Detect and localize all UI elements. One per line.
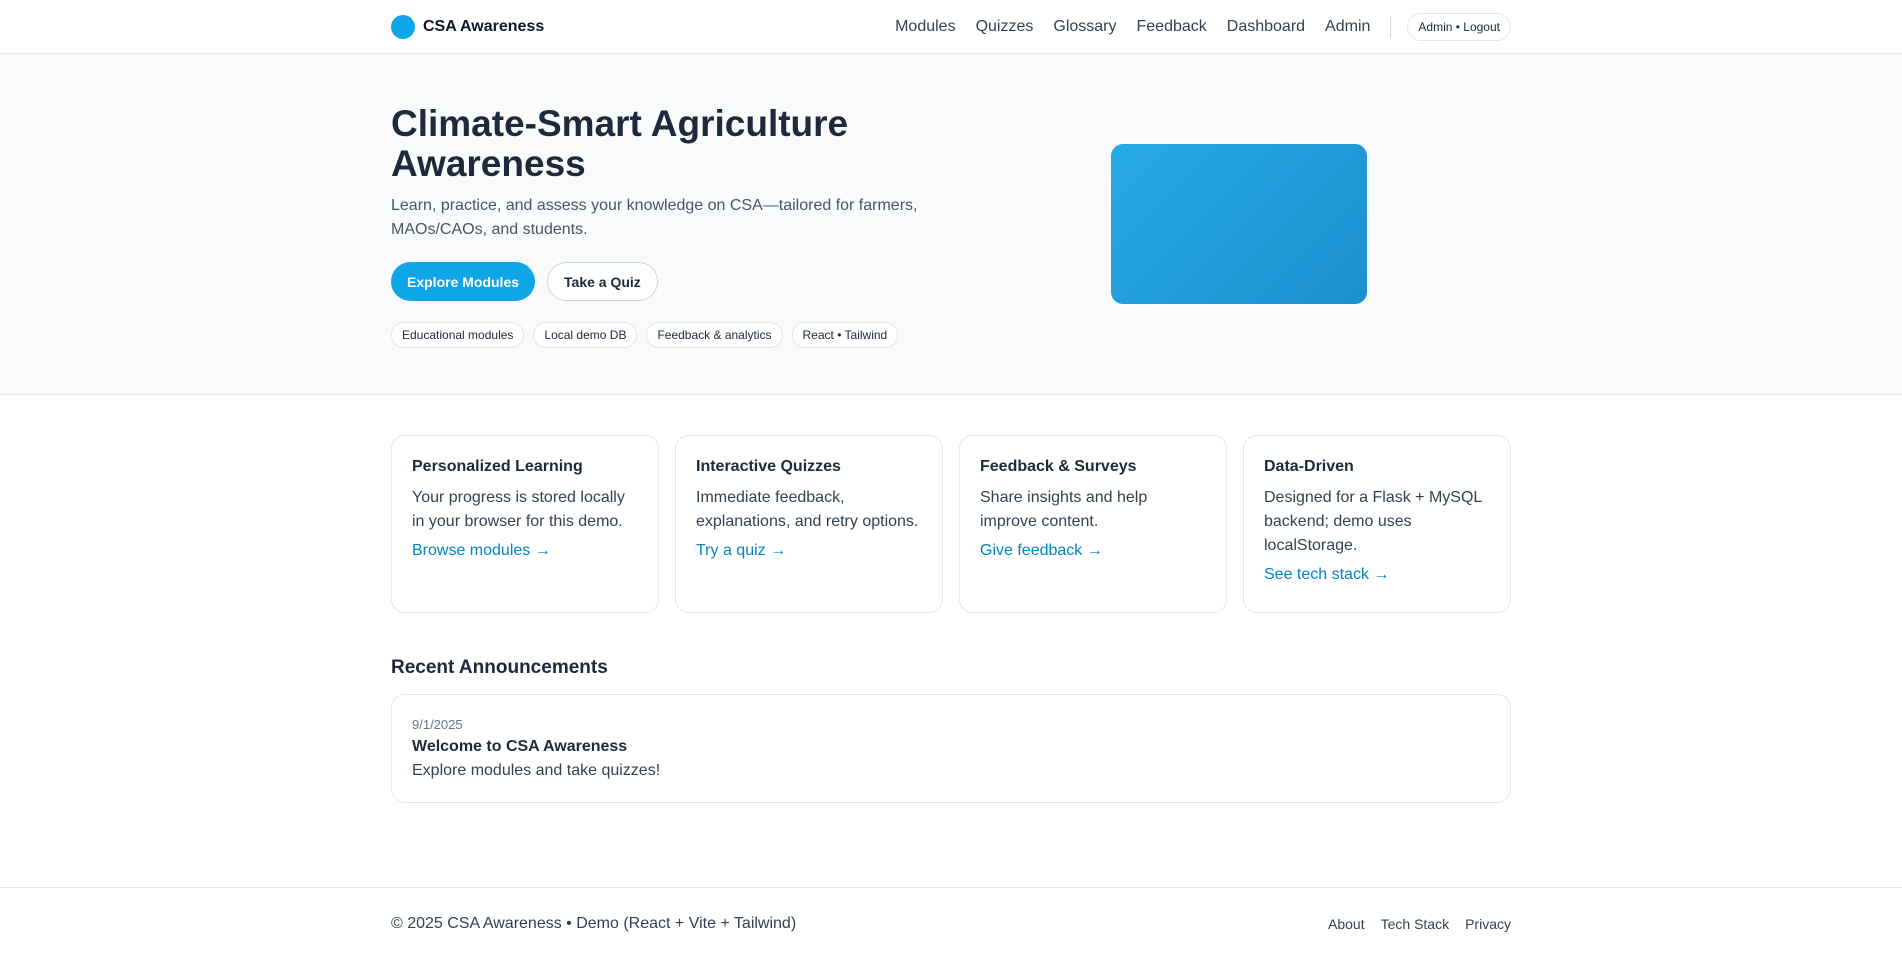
announcement-body: Explore modules and take quizzes! [412,762,661,779]
chip-local-demo-db: Local demo DB [533,322,638,348]
nav-quizzes[interactable]: Quizzes [976,18,1034,36]
hero-actions: Explore Modules Take a Quiz [391,262,658,301]
footer-copyright: © 2025 CSA Awareness • Demo (React + Vit… [391,915,797,932]
announcement-card: 9/1/2025 Welcome to CSA Awareness Explor… [391,694,1511,803]
hero-subtitle: Learn, practice, and assess your knowled… [391,197,918,238]
give-feedback-link[interactable]: Give feedback → [980,542,1103,559]
hero-section: Climate-Smart Agriculture Awareness Lear… [0,54,1902,395]
nav-divider [1390,15,1392,38]
hero-title: Climate-Smart Agriculture Awareness [391,103,849,184]
footer-link-about[interactable]: About [1328,916,1365,932]
feature-card-text: Share insights and help improve content. [980,489,1148,530]
top-navbar: CSA Awareness Modules Quizzes Glossary F… [0,0,1902,54]
feature-card-text: Designed for a Flask + MySQL backend; de… [1264,489,1482,554]
brand-name: CSA Awareness [423,17,545,35]
brand-logo-link[interactable]: CSA Awareness [391,14,545,39]
page-footer: © 2025 CSA Awareness • Demo (React + Vit… [0,887,1902,959]
feature-card-text: Immediate feedback, explanations, and re… [696,489,919,530]
chip-react-tailwind: React • Tailwind [791,322,899,348]
announcement-date: 9/1/2025 [412,717,463,732]
chip-feedback-analytics: Feedback & analytics [646,322,783,348]
nav-feedback[interactable]: Feedback [1137,18,1207,36]
feature-card-title: Personalized Learning [412,458,583,475]
features-grid: Personalized Learning Your progress is s… [391,435,1511,613]
footer-link-privacy[interactable]: Privacy [1465,916,1511,932]
take-quiz-button[interactable]: Take a Quiz [547,262,658,301]
announcement-title: Welcome to CSA Awareness [412,738,628,755]
nav-dashboard[interactable]: Dashboard [1227,18,1305,36]
user-logout-button[interactable]: Admin • Logout [1407,12,1511,41]
feature-card-title: Data-Driven [1264,458,1354,475]
brand-logo-icon [391,14,415,39]
chip-educational-modules: Educational modules [391,322,525,348]
feature-card-feedback-surveys: Feedback & Surveys Share insights and he… [959,435,1227,613]
footer-links: About Tech Stack Privacy [1328,916,1511,932]
feature-card-title: Feedback & Surveys [980,458,1137,475]
nav-glossary[interactable]: Glossary [1053,18,1116,36]
hero-illustration [1111,144,1367,304]
announcements-heading: Recent Announcements [391,657,608,678]
feature-card-interactive-quizzes: Interactive Quizzes Immediate feedback, … [675,435,943,613]
footer-link-tech-stack[interactable]: Tech Stack [1381,916,1449,932]
browse-modules-link[interactable]: Browse modules → [412,542,551,559]
feature-card-text: Your progress is stored locally in your … [412,489,625,530]
nav-admin[interactable]: Admin [1325,18,1370,36]
feature-card-data-driven: Data-Driven Designed for a Flask + MySQL… [1243,435,1511,613]
feature-chips: Educational modules Local demo DB Feedba… [391,322,899,348]
explore-modules-button[interactable]: Explore Modules [391,262,536,301]
nav-modules[interactable]: Modules [895,18,955,36]
feature-card-title: Interactive Quizzes [696,458,841,475]
see-tech-stack-link[interactable]: See tech stack → [1264,566,1389,583]
main-nav: Modules Quizzes Glossary Feedback Dashbo… [895,12,1511,41]
try-quiz-link[interactable]: Try a quiz → [696,542,786,559]
feature-card-personalized-learning: Personalized Learning Your progress is s… [391,435,659,613]
